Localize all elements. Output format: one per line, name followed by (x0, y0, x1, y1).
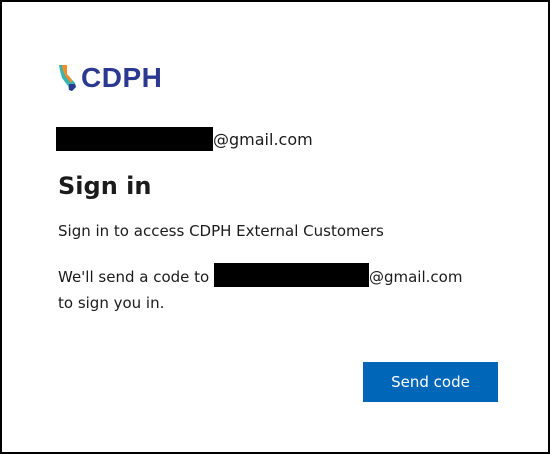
redacted-email-username (56, 127, 213, 151)
california-state-icon (59, 65, 76, 91)
send-code-suffix: to sign you in. (58, 294, 165, 312)
account-identity: @gmail.com (56, 127, 313, 151)
send-code-message: We'll send a code to @gmail.com to sign y… (58, 263, 518, 316)
cdph-logo-text: CDPH (81, 62, 163, 93)
redacted-email-username (213, 263, 369, 287)
sign-in-description: Sign in to access CDPH External Customer… (58, 222, 384, 240)
page-title: Sign in (58, 172, 152, 200)
send-code-email-domain: @gmail.com (368, 268, 463, 286)
send-code-button[interactable]: Send code (363, 362, 498, 402)
send-code-prefix: We'll send a code to (58, 268, 214, 286)
sign-in-dialog: CDPH @gmail.com Sign in Sign in to acces… (0, 0, 550, 454)
account-email-domain: @gmail.com (213, 129, 313, 149)
cdph-logo: CDPH (58, 62, 162, 94)
